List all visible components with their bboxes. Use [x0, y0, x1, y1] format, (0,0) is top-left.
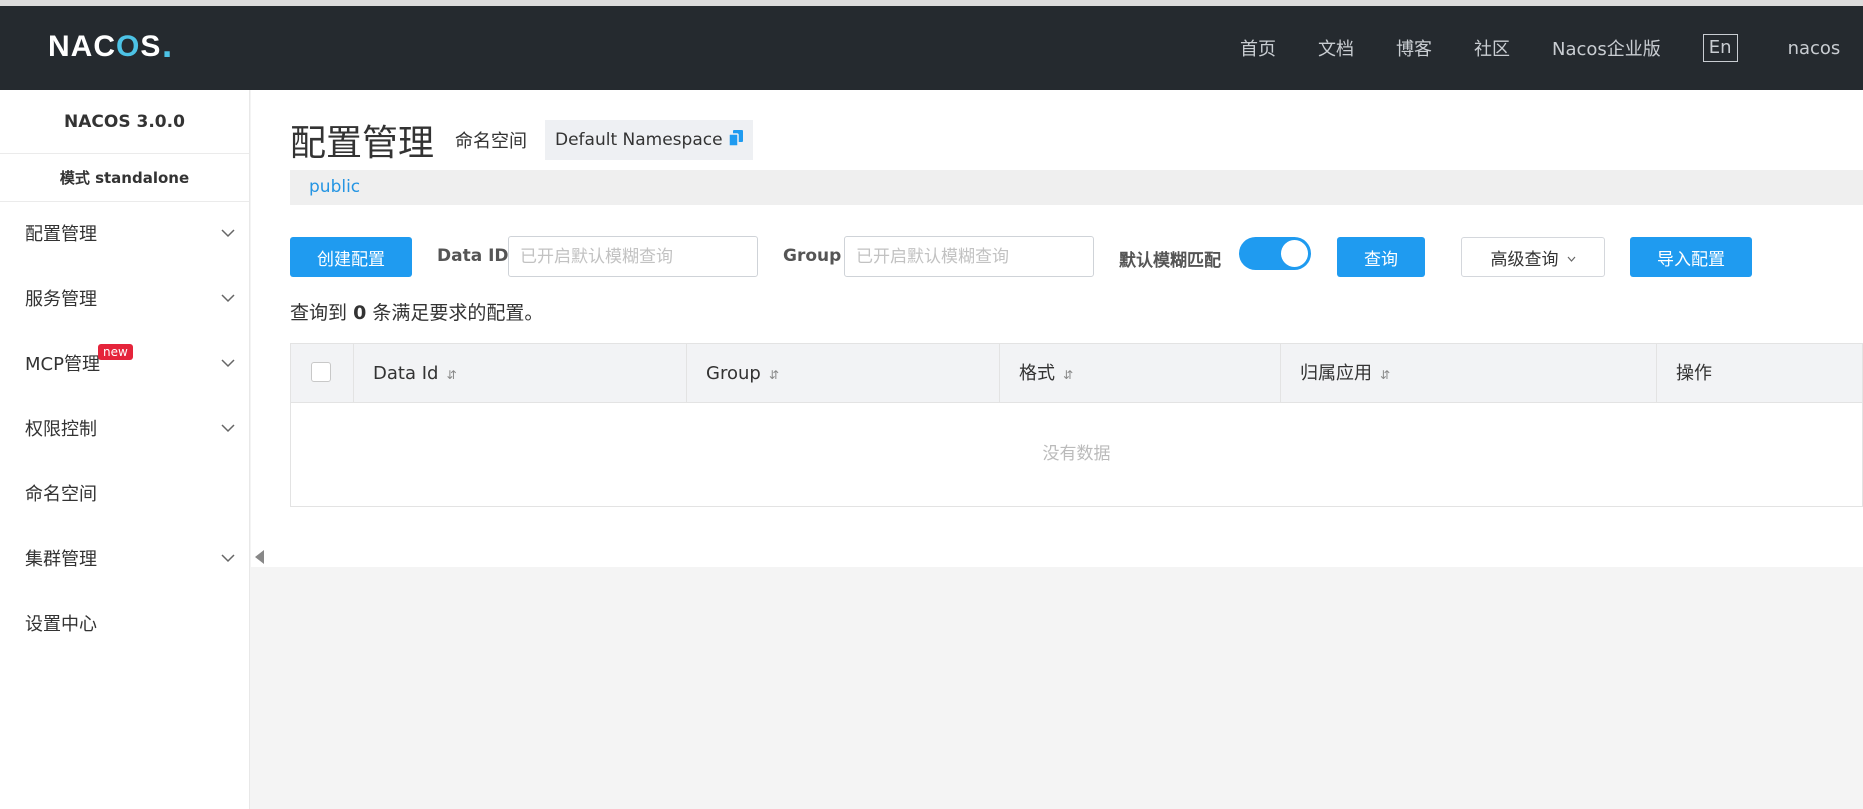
- dataid-input[interactable]: [508, 236, 758, 277]
- sidebar-item-label: 服务管理: [25, 289, 97, 310]
- column-dataid[interactable]: Data Id ⇵: [354, 344, 687, 403]
- query-button[interactable]: 查询: [1337, 237, 1425, 277]
- sidebar-item-label: 权限控制: [25, 419, 97, 440]
- nacos-logo[interactable]: NACOS.: [48, 30, 173, 65]
- select-all-checkbox[interactable]: [311, 362, 331, 382]
- sort-icon[interactable]: ⇵: [446, 368, 456, 382]
- query-result-text: 查询到 0 条满足要求的配置。: [290, 298, 543, 325]
- column-label: 格式: [1019, 363, 1055, 384]
- toggle-knob: [1281, 240, 1308, 267]
- tab-public[interactable]: public: [309, 177, 360, 197]
- copy-icon[interactable]: [727, 129, 743, 151]
- namespace-label: 命名空间: [455, 131, 527, 152]
- user-menu[interactable]: nacos: [1788, 38, 1841, 59]
- nav-community[interactable]: 社区: [1474, 35, 1510, 61]
- column-group[interactable]: Group ⇵: [687, 344, 1000, 403]
- chevron-down-icon: [221, 202, 235, 267]
- chevron-down-icon: [221, 332, 235, 397]
- sidebar-item-label: MCP管理: [25, 354, 100, 375]
- page-title: 配置管理: [290, 123, 435, 164]
- new-badge: new: [98, 344, 133, 360]
- nav-enterprise[interactable]: Nacos企业版: [1552, 35, 1661, 61]
- column-format[interactable]: 格式 ⇵: [1000, 344, 1281, 403]
- fuzzy-match-toggle[interactable]: [1239, 237, 1311, 270]
- sidebar-item-cluster[interactable]: 集群管理: [0, 527, 249, 592]
- config-table: Data Id ⇵ Group ⇵ 格式 ⇵ 归属应用 ⇵ 操作 没有数据: [290, 343, 1863, 507]
- chevron-down-icon: [221, 267, 235, 332]
- top-header: NACOS. 首页 文档 博客 社区 Nacos企业版 En nacos: [0, 6, 1863, 90]
- advanced-query-label: 高级查询: [1490, 249, 1559, 270]
- sidebar-item-label: 命名空间: [25, 484, 97, 505]
- sidebar-item-label: 集群管理: [25, 549, 97, 570]
- result-prefix: 查询到: [290, 302, 348, 324]
- sidebar-item-label: 设置中心: [25, 614, 97, 635]
- create-config-button[interactable]: 创建配置: [290, 237, 412, 277]
- column-label: 操作: [1676, 363, 1712, 384]
- nav-docs[interactable]: 文档: [1318, 35, 1354, 61]
- fuzzy-match-label: 默认模糊匹配: [1119, 251, 1221, 271]
- sidebar-item-service[interactable]: 服务管理: [0, 267, 249, 332]
- group-label: Group: [783, 246, 842, 266]
- sidebar-item-config[interactable]: 配置管理: [0, 202, 249, 267]
- sidebar-item-namespace[interactable]: 命名空间: [0, 462, 249, 527]
- import-config-button[interactable]: 导入配置: [1630, 237, 1752, 277]
- advanced-query-button[interactable]: 高级查询: [1461, 237, 1605, 277]
- select-all-cell: [291, 344, 354, 403]
- sort-icon[interactable]: ⇵: [1380, 368, 1390, 382]
- column-actions: 操作: [1657, 344, 1862, 403]
- empty-state: 没有数据: [1042, 444, 1111, 464]
- top-nav: 首页 文档 博客 社区 Nacos企业版 En nacos: [1240, 6, 1840, 90]
- dataid-label: Data ID: [437, 246, 509, 266]
- sidebar-item-mcp[interactable]: MCP管理 new: [0, 332, 249, 397]
- column-label: 归属应用: [1300, 363, 1372, 384]
- column-label: Data Id: [373, 363, 439, 384]
- sort-icon[interactable]: ⇵: [769, 368, 779, 382]
- collapse-sidebar-icon[interactable]: [255, 550, 264, 564]
- column-label: Group: [706, 363, 761, 384]
- namespace-chip: Default Namespace: [545, 120, 753, 160]
- chevron-down-icon: [1567, 247, 1576, 267]
- version-label: NACOS 3.0.0: [0, 90, 249, 154]
- group-input[interactable]: [844, 236, 1094, 277]
- sidebar-item-label: 配置管理: [25, 224, 97, 245]
- sidebar-item-permissions[interactable]: 权限控制: [0, 397, 249, 462]
- language-toggle[interactable]: En: [1702, 34, 1738, 62]
- result-suffix: 条满足要求的配置。: [372, 302, 544, 324]
- nav-blog[interactable]: 博客: [1396, 35, 1432, 61]
- sidebar: NACOS 3.0.0 模式 standalone 配置管理 服务管理 MCP管…: [0, 90, 250, 809]
- table-header: Data Id ⇵ Group ⇵ 格式 ⇵ 归属应用 ⇵ 操作: [291, 344, 1862, 403]
- sort-icon[interactable]: ⇵: [1063, 368, 1073, 382]
- namespace-value: Default Namespace: [555, 130, 723, 150]
- column-app[interactable]: 归属应用 ⇵: [1281, 344, 1657, 403]
- chevron-down-icon: [221, 527, 235, 592]
- result-count: 0: [353, 302, 367, 324]
- sidebar-item-settings[interactable]: 设置中心: [0, 592, 249, 657]
- chevron-down-icon: [221, 397, 235, 462]
- mode-label: 模式 standalone: [0, 154, 249, 202]
- nav-home[interactable]: 首页: [1240, 35, 1276, 61]
- namespace-tabs: public: [290, 170, 1863, 205]
